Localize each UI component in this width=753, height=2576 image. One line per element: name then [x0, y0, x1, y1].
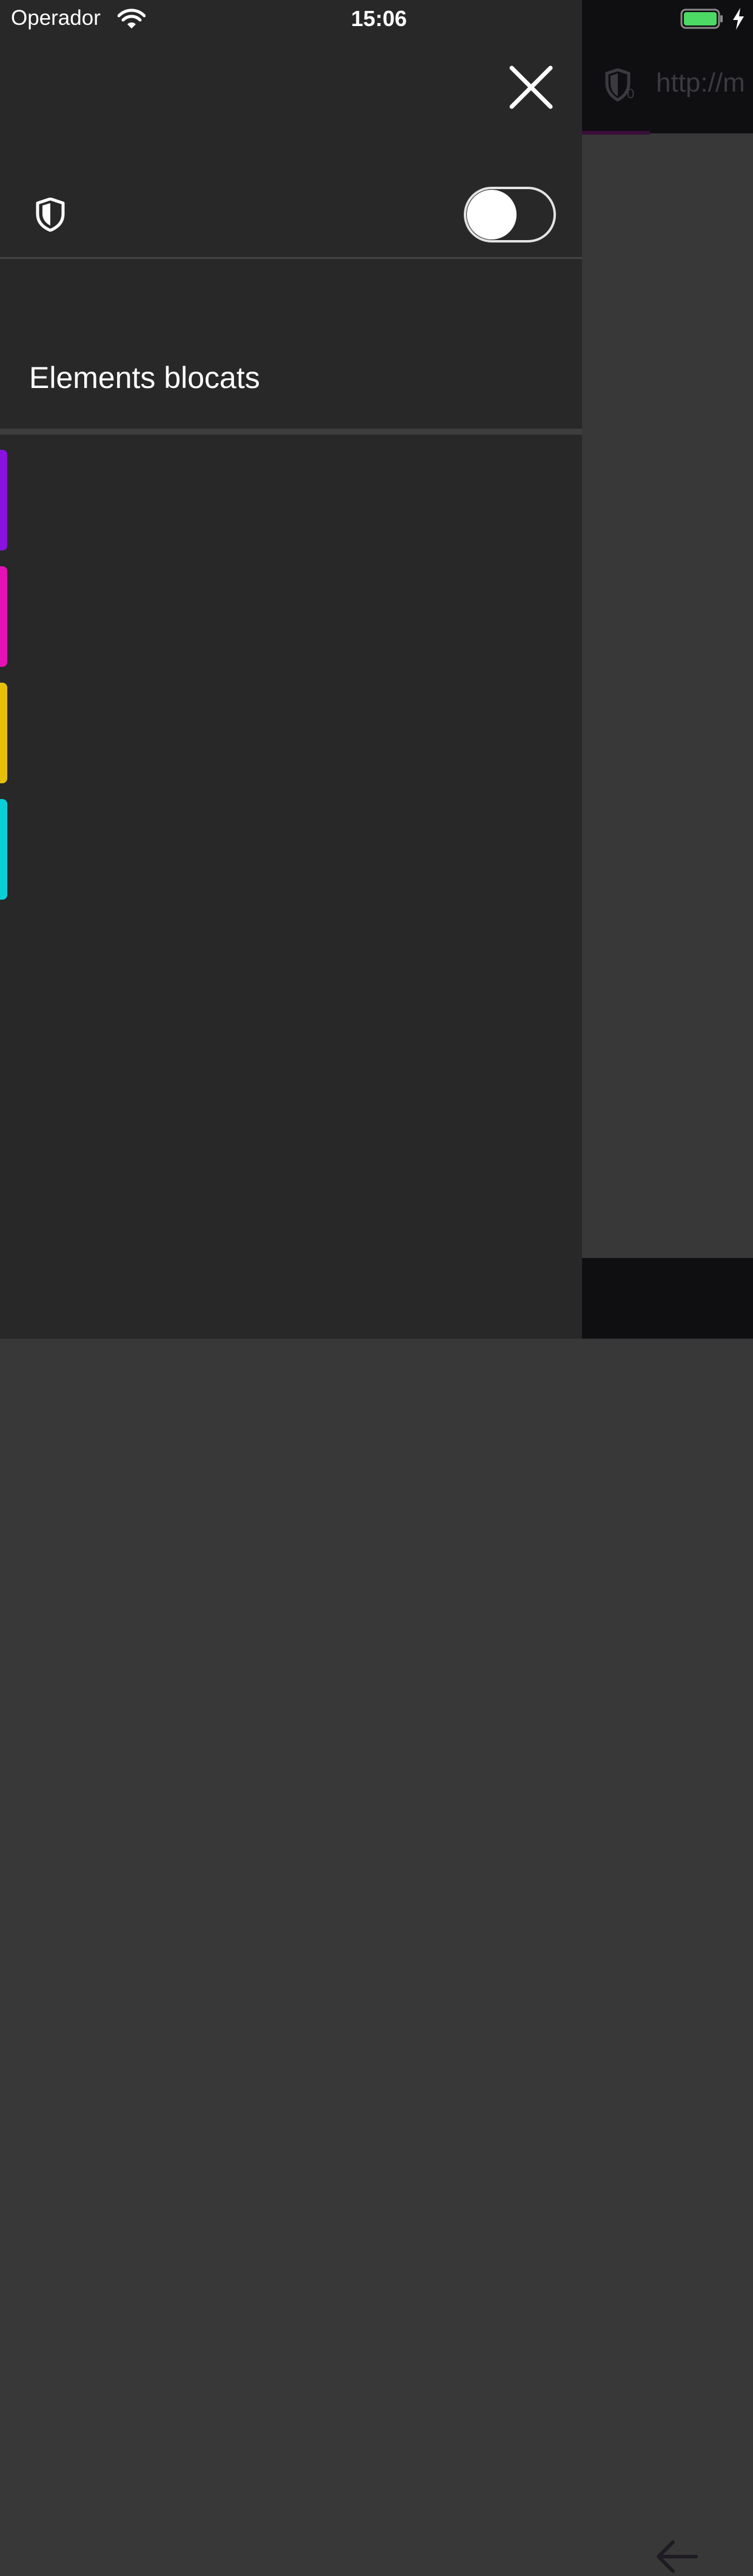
shield-icon [36, 198, 65, 232]
tracking-protection-toggle[interactable] [464, 187, 556, 243]
section-divider [0, 429, 582, 435]
toggle-knob [467, 190, 517, 239]
back-arrow-icon [657, 2540, 698, 2573]
battery-icon [680, 8, 723, 29]
charging-bolt-icon [733, 8, 744, 30]
tracking-protection-row [0, 170, 582, 259]
close-icon[interactable] [508, 64, 554, 110]
url-text: http://m [656, 68, 745, 98]
tracker-category-bar-social [0, 683, 7, 783]
tracker-category-bar-ads [0, 450, 7, 550]
status-bar: Operador 15:06 [0, 0, 753, 38]
blocked-elements-heading: Elements blocats [29, 361, 260, 395]
status-time: 15:06 [350, 6, 407, 31]
tracker-category-bar-content [0, 799, 7, 900]
tracker-count-badge: 0 [627, 86, 635, 101]
tracker-category-bar-analytics [0, 566, 7, 667]
tracking-protection-panel: Elements blocats [0, 0, 582, 1339]
